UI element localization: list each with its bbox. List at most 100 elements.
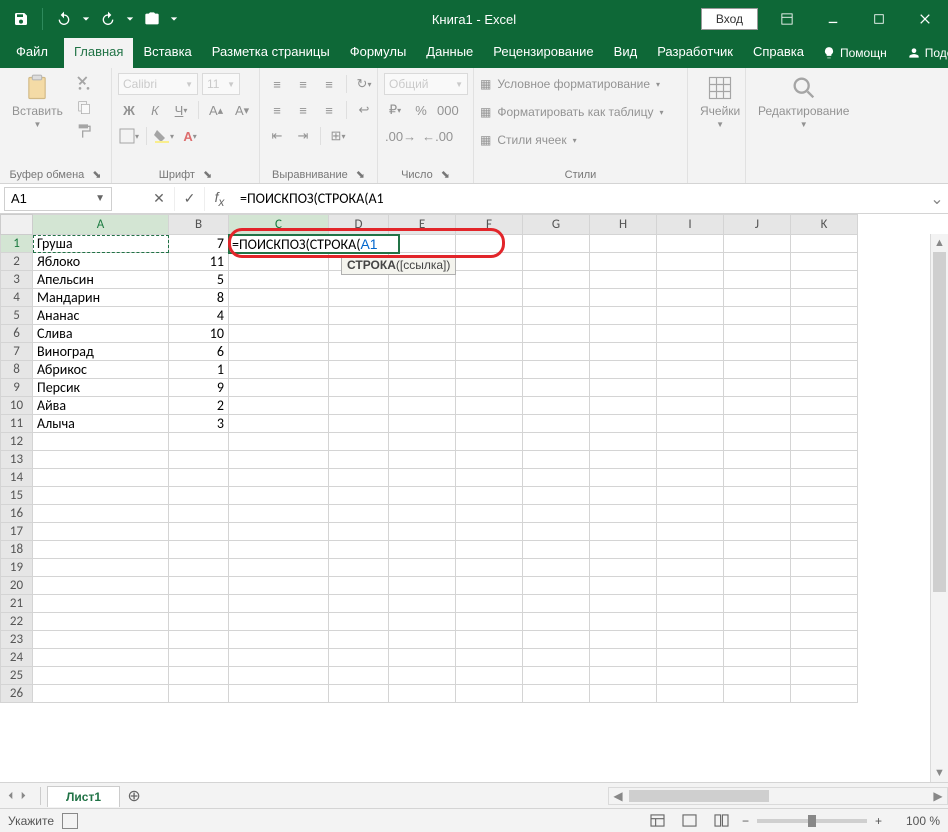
tab-help[interactable]: Справка [743,38,814,68]
col-header-G[interactable]: G [523,215,590,235]
merge-cells-icon[interactable]: ⊞▾ [327,125,349,147]
row-header-8[interactable]: 8 [1,361,33,379]
col-header-B[interactable]: B [169,215,229,235]
cell-K15[interactable] [791,487,858,505]
cell-A2[interactable]: Яблоко [33,253,169,271]
decrease-indent-icon[interactable]: ⇤ [266,125,288,147]
cell-C25[interactable] [229,667,329,685]
paste-button[interactable]: Вставить ▼ [6,72,69,131]
cell-G8[interactable] [523,361,590,379]
cell-C21[interactable] [229,595,329,613]
cell-F2[interactable] [456,253,523,271]
cell-J21[interactable] [724,595,791,613]
cell-K24[interactable] [791,649,858,667]
cell-D21[interactable] [329,595,389,613]
cell-C1[interactable]: =ПОИСКПОЗ(СТРОКА(A1 СТРОКА([ссылка]) [229,235,329,253]
row-header-6[interactable]: 6 [1,325,33,343]
tab-home[interactable]: Главная [64,38,133,68]
zoom-out-icon[interactable]: − [742,814,749,828]
cell-B7[interactable]: 6 [169,343,229,361]
cell-D25[interactable] [329,667,389,685]
cell-J16[interactable] [724,505,791,523]
cell-K18[interactable] [791,541,858,559]
cell-B5[interactable]: 4 [169,307,229,325]
cell-G1[interactable] [523,235,590,253]
cell-I11[interactable] [657,415,724,433]
cell-E6[interactable] [389,325,456,343]
cell-J18[interactable] [724,541,791,559]
sheet-tab[interactable]: Лист1 [47,786,120,807]
cell-B13[interactable] [169,451,229,469]
row-header-16[interactable]: 16 [1,505,33,523]
cell-B3[interactable]: 5 [169,271,229,289]
cell-F22[interactable] [456,613,523,631]
cell-A11[interactable]: Алыча [33,415,169,433]
cell-E22[interactable] [389,613,456,631]
cell-K20[interactable] [791,577,858,595]
name-box[interactable]: A1▼ [4,187,112,211]
cell-I12[interactable] [657,433,724,451]
cell-G13[interactable] [523,451,590,469]
accounting-format-icon[interactable]: ₽▾ [384,99,406,121]
cell-B21[interactable] [169,595,229,613]
cell-D16[interactable] [329,505,389,523]
row-header-10[interactable]: 10 [1,397,33,415]
cancel-edit-icon[interactable]: ✕ [144,187,174,211]
cell-H6[interactable] [590,325,657,343]
cell-H9[interactable] [590,379,657,397]
cell-A12[interactable] [33,433,169,451]
row-header-1[interactable]: 1 [1,235,33,253]
cell-G23[interactable] [523,631,590,649]
cell-H20[interactable] [590,577,657,595]
horizontal-scrollbar[interactable]: ◀▶ [608,787,948,805]
cell-A18[interactable] [33,541,169,559]
cell-A5[interactable]: Ананас [33,307,169,325]
cell-A23[interactable] [33,631,169,649]
cell-A8[interactable]: Абрикос [33,361,169,379]
align-left-icon[interactable]: ≡ [266,99,288,121]
cell-B19[interactable] [169,559,229,577]
cell-E24[interactable] [389,649,456,667]
font-color-button[interactable]: A▾ [179,125,201,147]
cell-D19[interactable] [329,559,389,577]
row-header-12[interactable]: 12 [1,433,33,451]
cell-A26[interactable] [33,685,169,703]
cell-D12[interactable] [329,433,389,451]
row-header-7[interactable]: 7 [1,343,33,361]
cell-C23[interactable] [229,631,329,649]
cell-G18[interactable] [523,541,590,559]
cell-H18[interactable] [590,541,657,559]
cell-J3[interactable] [724,271,791,289]
cell-K25[interactable] [791,667,858,685]
cell-J23[interactable] [724,631,791,649]
cell-J1[interactable] [724,235,791,253]
cell-G12[interactable] [523,433,590,451]
cell-B2[interactable]: 11 [169,253,229,271]
row-header-22[interactable]: 22 [1,613,33,631]
cell-F19[interactable] [456,559,523,577]
formula-input[interactable]: =ПОИСКПОЗ(СТРОКА(A1 [234,187,926,211]
cell-I8[interactable] [657,361,724,379]
percent-format-icon[interactable]: % [410,99,432,121]
cell-B9[interactable]: 9 [169,379,229,397]
row-header-21[interactable]: 21 [1,595,33,613]
cell-C8[interactable] [229,361,329,379]
cell-A25[interactable] [33,667,169,685]
cell-H22[interactable] [590,613,657,631]
cell-I13[interactable] [657,451,724,469]
cell-D8[interactable] [329,361,389,379]
shrink-font-button[interactable]: A▾ [231,99,253,121]
cell-F16[interactable] [456,505,523,523]
cell-G19[interactable] [523,559,590,577]
ribbon-options-icon[interactable] [764,0,810,38]
alignment-launcher-icon[interactable]: ⬊ [356,168,365,181]
cell-I23[interactable] [657,631,724,649]
align-bottom-icon[interactable]: ≡ [318,73,340,95]
cell-I15[interactable] [657,487,724,505]
col-header-J[interactable]: J [724,215,791,235]
cell-I14[interactable] [657,469,724,487]
cell-D10[interactable] [329,397,389,415]
cell-F21[interactable] [456,595,523,613]
row-header-13[interactable]: 13 [1,451,33,469]
align-center-icon[interactable]: ≡ [292,99,314,121]
